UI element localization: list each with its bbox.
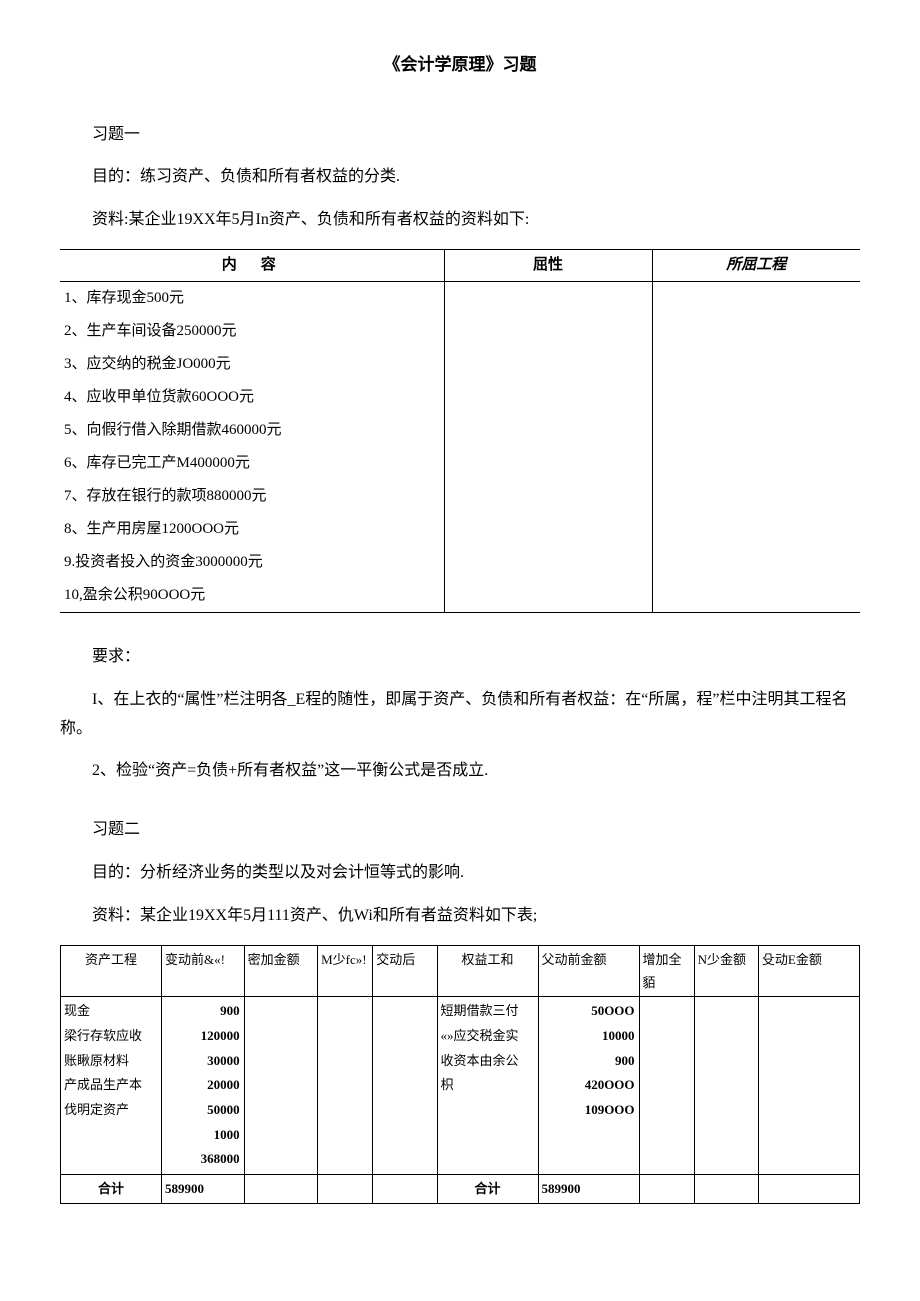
h-after-a: 交动后 <box>373 945 437 997</box>
ex2-table: 资产工程 变动前&«! 密加金额 M少fc»! 交动后 权益工和 父动前金额 增… <box>60 945 860 1204</box>
attr-cell <box>444 315 652 348</box>
ex1-heading: 习题一 <box>60 121 860 150</box>
proj-cell <box>652 281 860 315</box>
page-title: 《会计学原理》习题 <box>60 50 860 81</box>
attr-cell <box>444 414 652 447</box>
attr-cell <box>444 348 652 381</box>
table-row: 7、存放在银行的款项880000元 <box>60 480 444 513</box>
ex2-material: 资料：某企业19XX年5月111资产、仇Wi和所有者益资料如下表; <box>60 902 860 931</box>
asset-labels: 现金 梁行存软应收 账瞅原材料 产成品生产本 伐明定资产 <box>61 997 162 1175</box>
cell <box>244 1175 317 1203</box>
exercise-2: 习题二 目的：分析经济业务的类型以及对会计恒等式的影响. 资料：某企业19XX年… <box>60 816 860 1203</box>
proj-cell <box>652 447 860 480</box>
total-assets: 589900 <box>162 1175 245 1203</box>
proj-cell <box>652 546 860 579</box>
attr-cell <box>444 281 652 315</box>
attr-cell <box>444 513 652 546</box>
ex1-material: 资料:某企业19XX年5月In资产、负债和所有者权益的资料如下: <box>60 206 860 235</box>
col-content-header: 内容 <box>60 249 444 281</box>
table-row: 3、应交纳的税金JO000元 <box>60 348 444 381</box>
cell <box>244 997 317 1175</box>
h-asset-item: 资产工程 <box>61 945 162 997</box>
cell <box>373 997 437 1175</box>
h-before-e: 父动前金额 <box>538 945 639 997</box>
proj-cell <box>652 414 860 447</box>
cell <box>694 997 758 1175</box>
table-row: 10,盈余公积90OOO元 <box>60 579 444 613</box>
attr-cell <box>444 579 652 613</box>
ex1-req-label: 要求： <box>60 643 860 672</box>
col-attr-header: 屈性 <box>444 249 652 281</box>
cell <box>318 1175 373 1203</box>
table-row: 2、生产车间设备250000元 <box>60 315 444 348</box>
h-equity-item: 权益工和 <box>437 945 538 997</box>
cell <box>318 997 373 1175</box>
table-row: 4、应收甲单位货款60OOO元 <box>60 381 444 414</box>
total-label-e: 合计 <box>437 1175 538 1203</box>
attr-cell <box>444 546 652 579</box>
cell <box>639 1175 694 1203</box>
h-inc-e: 增加全貊 <box>639 945 694 997</box>
h-before-a: 变动前&«! <box>162 945 245 997</box>
ex2-purpose: 目的：分析经济业务的类型以及对会计恒等式的影响. <box>60 859 860 888</box>
h-dec-a: M少fc»! <box>318 945 373 997</box>
asset-values: 900 120000 30000 20000 50000 1000 368000 <box>162 997 245 1175</box>
table-row: 8、生产用房屋1200OOO元 <box>60 513 444 546</box>
ex2-heading: 习题二 <box>60 816 860 845</box>
attr-cell <box>444 447 652 480</box>
proj-cell <box>652 315 860 348</box>
table-row: 5、向假行借入除期借款460000元 <box>60 414 444 447</box>
proj-cell <box>652 513 860 546</box>
proj-cell <box>652 480 860 513</box>
col-proj-header: 所屈工程 <box>652 249 860 281</box>
cell <box>758 997 859 1175</box>
cell <box>694 1175 758 1203</box>
table-row: 9.投资者投入的资金3000000元 <box>60 546 444 579</box>
table-row: 1、库存现金500元 <box>60 281 444 315</box>
h-inc-a: 密加金额 <box>244 945 317 997</box>
ex1-req2: 2、检验“资产=负债+所有者权益”这一平衡公式是否成立. <box>60 757 860 786</box>
proj-cell <box>652 348 860 381</box>
ex1-req1: I、在上衣的“属性”栏注明各_E程的随性，即属于资产、负债和所有者权益：在“所属… <box>60 686 860 744</box>
equity-values: 50OOO 10000 900 420OOO 109OOO <box>538 997 639 1175</box>
equity-labels: 短期借款三付 «»应交税金实 收资本由余公 枳 <box>437 997 538 1175</box>
total-equity: 589900 <box>538 1175 639 1203</box>
h-after-e: 殳动E金额 <box>758 945 859 997</box>
cell <box>758 1175 859 1203</box>
attr-cell <box>444 381 652 414</box>
h-dec-e: N少金额 <box>694 945 758 997</box>
exercise-1: 习题一 目的：练习资产、负债和所有者权益的分类. 资料:某企业19XX年5月In… <box>60 121 860 787</box>
proj-cell <box>652 381 860 414</box>
table-row: 6、库存已完工产M400000元 <box>60 447 444 480</box>
total-label-a: 合计 <box>61 1175 162 1203</box>
cell <box>373 1175 437 1203</box>
cell <box>639 997 694 1175</box>
ex1-purpose: 目的：练习资产、负债和所有者权益的分类. <box>60 163 860 192</box>
proj-cell <box>652 579 860 613</box>
attr-cell <box>444 480 652 513</box>
ex1-table: 内容 屈性 所屈工程 1、库存现金500元 2、生产车间设备250000元 3、… <box>60 249 860 613</box>
